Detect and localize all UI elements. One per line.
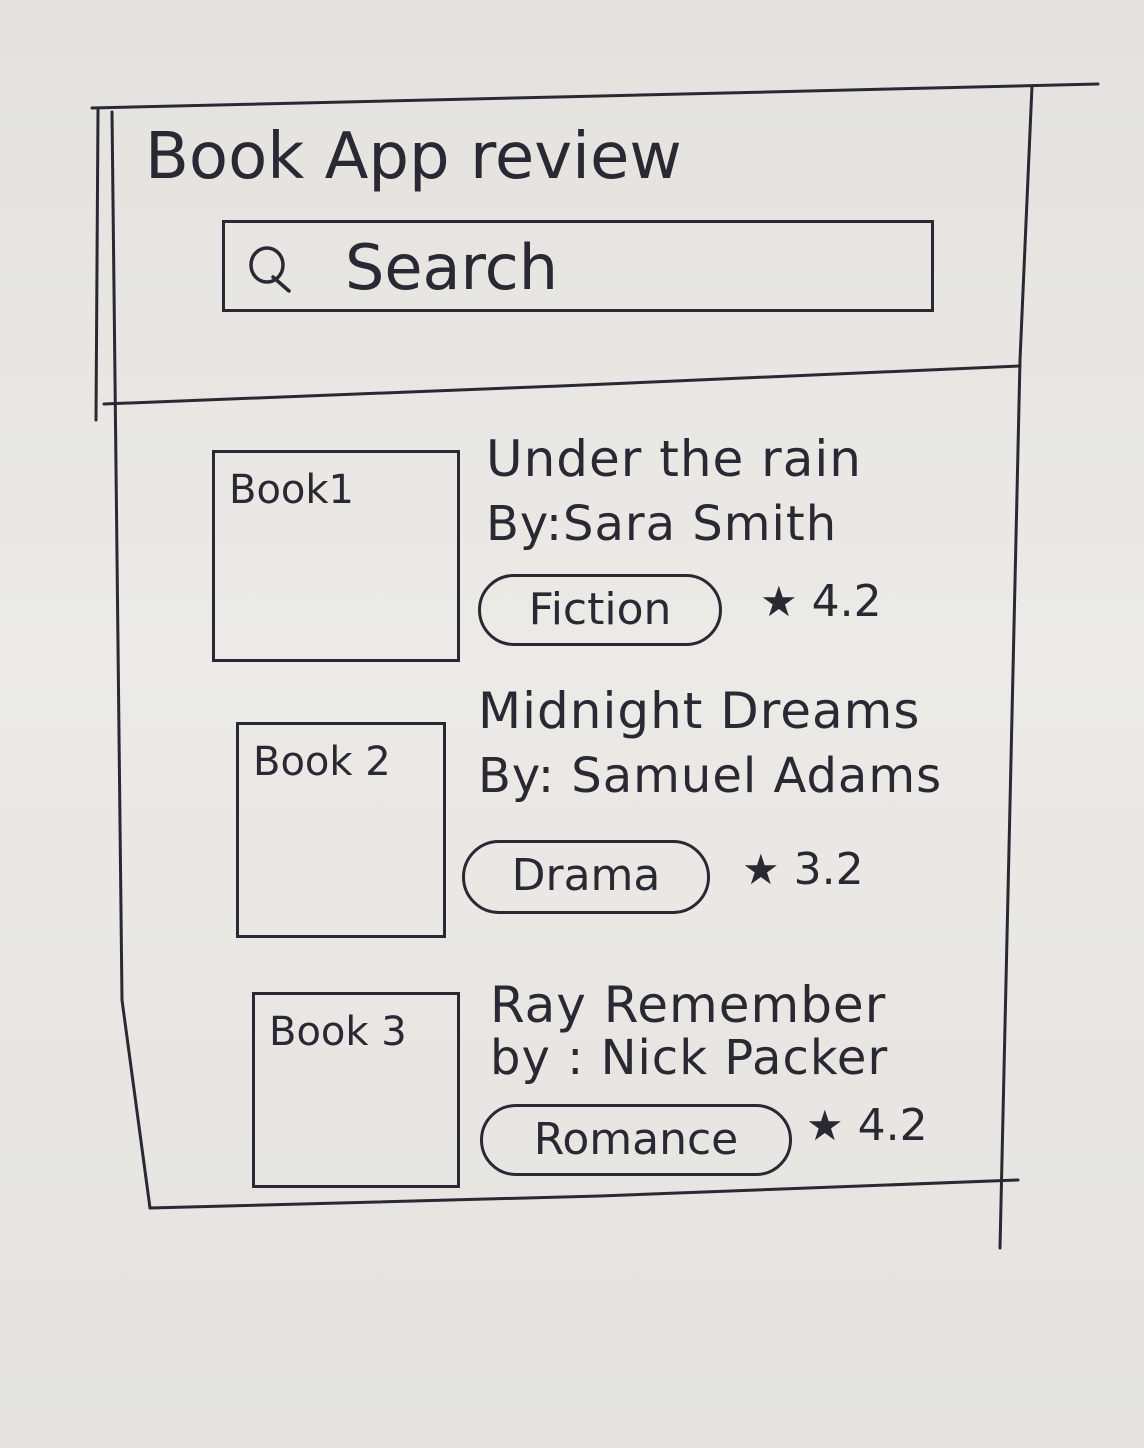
star-icon: ★	[806, 1101, 844, 1150]
rating-value: 3.2	[793, 844, 864, 895]
rating-value: 4.2	[811, 576, 882, 627]
genre-tag[interactable]: Fiction	[478, 574, 722, 646]
book-cover[interactable]: Book 3	[252, 992, 460, 1188]
rating: ★ 4.2	[806, 1100, 928, 1151]
book-title[interactable]: Ray Remember	[490, 976, 886, 1034]
rating-value: 4.2	[857, 1100, 928, 1151]
star-icon: ★	[760, 577, 798, 626]
rating: ★ 4.2	[760, 576, 882, 627]
book-author: by : Nick Packer	[490, 1030, 889, 1086]
rating: ★ 3.2	[742, 844, 864, 895]
book-cover-label: Book 2	[253, 739, 391, 785]
book-cover-label: Book1	[229, 467, 354, 513]
genre-tag[interactable]: Drama	[462, 840, 710, 914]
genre-tag[interactable]: Romance	[480, 1104, 792, 1176]
book-cover[interactable]: Book1	[212, 450, 460, 662]
book-cover-label: Book 3	[269, 1009, 407, 1055]
app-title: Book App review	[145, 120, 682, 194]
star-icon: ★	[742, 845, 780, 894]
book-author: By:Sara Smith	[486, 496, 838, 552]
book-cover[interactable]: Book 2	[236, 722, 446, 938]
search-placeholder: Search	[345, 231, 559, 304]
book-title[interactable]: Under the rain	[486, 430, 862, 488]
search-input[interactable]: Search	[222, 220, 934, 312]
book-title[interactable]: Midnight Dreams	[478, 682, 920, 740]
book-author: By: Samuel Adams	[478, 748, 943, 804]
search-icon	[249, 246, 291, 293]
